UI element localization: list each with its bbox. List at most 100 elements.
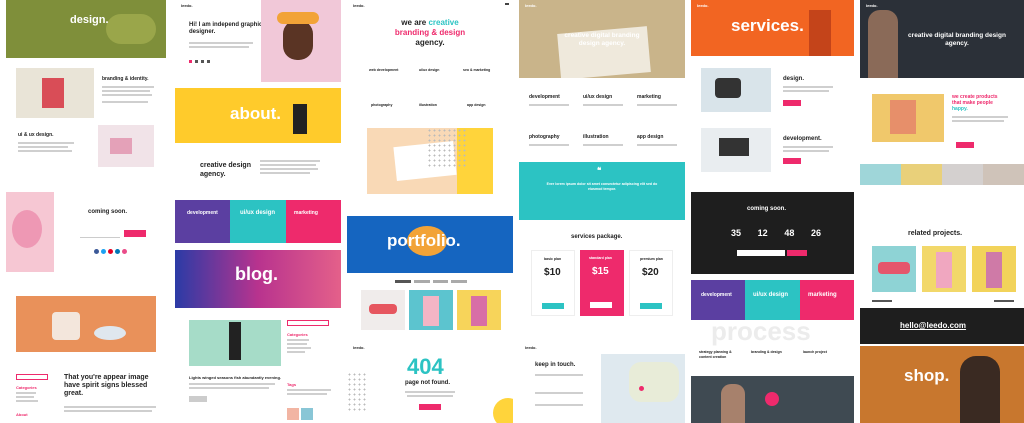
plan-basic[interactable]: basic plan $10 [531, 250, 575, 316]
hamburger-menu-icon[interactable] [505, 3, 509, 5]
service-illustration[interactable]: illustration [417, 95, 453, 119]
categories-heading: Categories [16, 385, 37, 390]
twitter-icon[interactable] [101, 249, 106, 254]
agency-heading: creative design agency. [200, 162, 251, 178]
dribbble-icon[interactable] [122, 249, 127, 254]
portfolio-intro-card: leedo. Hi! I am independ graphic designe… [175, 0, 341, 82]
service-tile-label: photography [529, 134, 560, 140]
plan-button[interactable] [542, 303, 564, 309]
service-web-development[interactable]: web development [369, 60, 405, 84]
service-label: app design [467, 103, 486, 107]
design-more-button[interactable] [783, 100, 801, 106]
coming-soon-title: coming soon. [88, 209, 127, 215]
related-projects-card: related projects. [860, 218, 1024, 308]
logo[interactable]: leedo. [353, 345, 365, 350]
related-project-hand [986, 252, 1002, 288]
map-pin-icon[interactable] [639, 386, 644, 391]
flower-crown [277, 12, 319, 24]
next-project-link[interactable] [994, 300, 1014, 302]
agency-hero-title: creative digital branding design agency. [564, 32, 640, 47]
hero-flowers-image [106, 14, 156, 44]
service-tile[interactable]: marketing [635, 90, 683, 118]
team-member-photo [901, 164, 942, 185]
pinterest-icon[interactable] [108, 249, 113, 254]
notify-button[interactable] [124, 230, 146, 237]
logo[interactable]: leedo. [697, 3, 709, 8]
search-input[interactable] [16, 374, 48, 380]
portfolio-card: portfolio. [347, 216, 513, 336]
service-uiux-design[interactable]: ui/ux design [417, 60, 453, 84]
tile-uiux[interactable]: ui/ux design [745, 280, 800, 320]
plan-button[interactable] [640, 303, 662, 309]
email-input[interactable] [737, 250, 785, 256]
tile-development[interactable]: development [691, 280, 745, 320]
service-app-design[interactable]: app design [463, 95, 499, 119]
portfolio-item-hand-accent [471, 296, 487, 326]
post-hero-image [16, 296, 156, 352]
service-tile[interactable]: photography [527, 130, 575, 158]
service-tile[interactable]: development [527, 90, 575, 118]
service-label: ui/ux design [419, 68, 440, 72]
tile-development[interactable]: development [175, 200, 230, 243]
service-tile[interactable]: illustration [581, 130, 629, 158]
tile-marketing[interactable]: marketing [800, 280, 854, 320]
email-input[interactable] [80, 232, 120, 238]
countdown: 35 12 48 26 [731, 228, 821, 240]
design-image-camera [715, 78, 741, 98]
countdown-minutes: 48 [784, 228, 795, 238]
development-more-button[interactable] [783, 158, 801, 164]
services-title: services. [731, 16, 804, 35]
blog-post-figure [229, 322, 241, 360]
facebook-icon[interactable] [94, 249, 99, 254]
service-tile[interactable]: ui/ux design [581, 90, 629, 118]
logo[interactable]: leedo. [525, 3, 537, 8]
about-card: about. creative design agency. developme… [175, 88, 341, 243]
plan-standard[interactable]: standard plan $15 [580, 250, 624, 316]
tile-marketing[interactable]: marketing [286, 200, 341, 243]
post-hero-plate [94, 326, 126, 340]
service-tile-label: development [529, 94, 560, 100]
linkedin-icon[interactable] [115, 249, 120, 254]
subscribe-button[interactable] [787, 250, 807, 256]
countdown-hours: 12 [757, 228, 768, 238]
blog-search-input[interactable] [287, 320, 329, 326]
about-hero-figure [293, 104, 307, 134]
portfolio-title: portfolio. [387, 231, 461, 250]
headline-accent: creative [428, 18, 459, 27]
back-home-button[interactable] [419, 404, 441, 410]
read-more-button[interactable] [189, 396, 207, 402]
service-seo-marketing[interactable]: seo & marketing [463, 60, 499, 84]
service-tile[interactable]: app design [635, 130, 683, 158]
quote-icon: ❝ [597, 166, 602, 175]
plan-premium[interactable]: premium plan $20 [629, 250, 673, 316]
instagram-thumb [301, 408, 313, 420]
plan-price: $10 [544, 267, 561, 278]
learn-more-button[interactable] [956, 142, 974, 148]
service-tile-label: illustration [583, 134, 609, 140]
products-image-shape [890, 100, 916, 134]
about-title: about. [230, 104, 281, 124]
headline-line-3: agency. [415, 38, 445, 47]
logo[interactable]: leedo. [866, 3, 878, 8]
play-video-button[interactable] [765, 392, 779, 406]
prev-project-link[interactable] [872, 300, 892, 302]
footer-email[interactable]: hello@leedo.com [900, 321, 966, 330]
post-hero-cup [52, 312, 80, 340]
tile-uiux[interactable]: ui/ux design [230, 200, 286, 243]
logo[interactable]: leedo. [525, 345, 537, 350]
agency-headline: we are creative branding & design agency… [377, 18, 483, 48]
blog-tags-heading: Tags [287, 382, 297, 387]
sketch-accent [42, 78, 64, 108]
plan-button[interactable] [590, 302, 612, 308]
desk-image-flowers [110, 138, 132, 154]
service-photography[interactable]: photography [369, 95, 405, 119]
headline-line-2: branding & design [394, 28, 466, 37]
products-line-3: happy. [952, 106, 968, 112]
service-label: seo & marketing [463, 68, 491, 72]
about-heading: About [16, 412, 28, 417]
logo[interactable]: leedo. [353, 3, 365, 8]
service-tile-label: ui/ux design [583, 94, 613, 100]
development-heading: development. [783, 136, 822, 142]
logo[interactable]: leedo. [181, 3, 193, 8]
portfolio-filter-tabs[interactable] [395, 280, 467, 283]
